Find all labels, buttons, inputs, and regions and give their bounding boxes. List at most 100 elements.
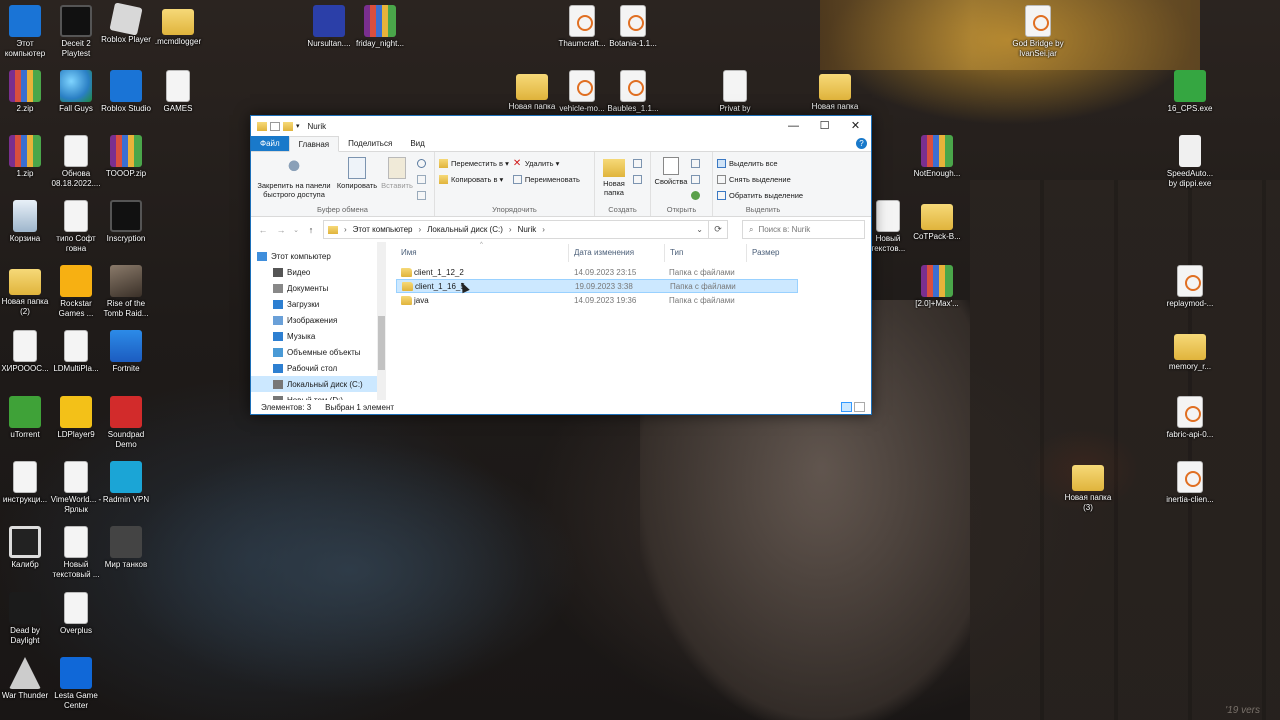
desktop-icon[interactable]: Inscryption	[98, 200, 154, 244]
table-row[interactable]: java 14.09.2023 19:36 Папка с файлами	[396, 293, 798, 307]
desktop-icon[interactable]: Nursultan....	[301, 5, 357, 49]
cut-button[interactable]	[417, 157, 426, 170]
recent-locations-button[interactable]: ⌄	[293, 226, 299, 234]
desktop-icon[interactable]: Overplus	[48, 592, 104, 636]
new-folder-button[interactable]: Новая папка	[599, 155, 629, 204]
desktop-icon[interactable]: Rockstar Games ...	[48, 265, 104, 319]
paste-button[interactable]: Вставить	[381, 155, 413, 204]
explorer-window[interactable]: ▾ Nurik — ☐ ✕ Файл Главная Поделиться Ви…	[250, 115, 872, 415]
desktop-icon[interactable]: типо Софт говна	[48, 200, 104, 254]
select-all-button[interactable]: Выделить все	[717, 157, 803, 170]
nav-item[interactable]: Рабочий стол	[251, 360, 386, 376]
desktop-icon[interactable]: fabric-api-0...	[1162, 396, 1218, 440]
address-dropdown-icon[interactable]: ⌄	[696, 225, 703, 234]
desktop-icon[interactable]: SpeedAuto... by dippi.exe	[1162, 135, 1218, 189]
new-folder-icon[interactable]	[283, 121, 293, 131]
nav-item[interactable]: Изображения	[251, 312, 386, 328]
desktop-icon[interactable]: Radmin VPN	[98, 461, 154, 505]
edit-button[interactable]	[691, 173, 700, 186]
rename-button[interactable]: Переименовать	[512, 173, 580, 186]
desktop-icon[interactable]: [2.0]+Max'...	[909, 265, 965, 309]
desktop-icon[interactable]: inertia-clien...	[1162, 461, 1218, 505]
properties-icon[interactable]	[270, 121, 280, 131]
large-icons-view-button[interactable]	[854, 402, 865, 412]
move-to-button[interactable]: Переместить в ▾	[439, 157, 509, 170]
back-button[interactable]: ←	[257, 225, 269, 235]
nav-item[interactable]: Локальный диск (C:)	[251, 376, 386, 392]
delete-button[interactable]: ✕ Удалить ▾	[513, 157, 580, 170]
column-date-modified[interactable]: Дата изменения	[574, 248, 634, 257]
desktop-icon[interactable]: Fortnite	[98, 330, 154, 374]
maximize-button[interactable]: ☐	[809, 116, 840, 136]
desktop-icon[interactable]: Baubles_1.1...	[605, 70, 661, 114]
open-button[interactable]	[691, 157, 700, 170]
desktop-icon[interactable]: инструкци...	[0, 461, 53, 505]
navigation-scrollbar[interactable]	[377, 242, 386, 400]
desktop-icon[interactable]: God Bridge by IvanSei.jar	[1010, 5, 1066, 59]
desktop-icon[interactable]: memory_r...	[1162, 330, 1218, 372]
new-item-button[interactable]	[633, 157, 642, 170]
breadcrumb-drive-c[interactable]: Локальный диск (C:)	[427, 225, 503, 234]
nav-item[interactable]: Видео	[251, 264, 386, 280]
title-bar[interactable]: ▾ Nurik — ☐ ✕	[251, 116, 871, 136]
desktop-icon[interactable]: vehicle-mo...	[554, 70, 610, 114]
breadcrumb-this-pc[interactable]: Этот компьютер	[353, 225, 413, 234]
desktop-icon[interactable]: Lesta Game Center	[48, 657, 104, 711]
file-list-pane[interactable]: ^ Имя Дата изменения Тип Размер client_1…	[386, 242, 871, 400]
tab-view[interactable]: Вид	[401, 136, 433, 151]
desktop-icon[interactable]: Privat by	[707, 70, 763, 114]
desktop-icon[interactable]: Dead by Daylight	[0, 592, 53, 646]
desktop-icon[interactable]: Новая папка	[807, 70, 863, 112]
desktop-icon[interactable]: Roblox Player	[98, 2, 154, 45]
desktop-icon[interactable]: 1.zip	[0, 135, 53, 179]
details-view-button[interactable]	[841, 402, 852, 412]
desktop-icon[interactable]: replaymod-...	[1162, 265, 1218, 309]
nav-item[interactable]: Музыка	[251, 328, 386, 344]
desktop-icon[interactable]: CoTPack-B...	[909, 200, 965, 242]
help-icon[interactable]: ?	[856, 138, 867, 149]
copy-path-button[interactable]	[417, 173, 426, 186]
desktop-icon[interactable]: Калибр	[0, 526, 53, 570]
invert-selection-button[interactable]: Обратить выделение	[717, 189, 803, 202]
desktop-icon[interactable]: Thaumcraft...	[554, 5, 610, 49]
pin-quick-access-button[interactable]: Закрепить на панели быстрого доступа	[255, 155, 333, 204]
nav-item[interactable]: Этот компьютер	[251, 248, 386, 264]
up-button[interactable]: ↑	[305, 225, 317, 235]
desktop-icon[interactable]: Обнова 08.18.2022....	[48, 135, 104, 189]
copy-button[interactable]: Копировать	[337, 155, 377, 204]
scrollbar-thumb[interactable]	[378, 316, 385, 370]
column-size[interactable]: Размер	[752, 248, 780, 257]
desktop-icon[interactable]: friday_night...	[352, 5, 408, 49]
desktop-icon[interactable]: TOOOP.zip	[98, 135, 154, 179]
desktop-icon[interactable]: Fall Guys	[48, 70, 104, 114]
desktop-icon[interactable]: Soundpad Demo	[98, 396, 154, 450]
desktop-icon[interactable]: Корзина	[0, 200, 53, 244]
desktop-icon[interactable]: VimeWorld... - Ярлык	[48, 461, 104, 515]
select-none-button[interactable]: Снять выделение	[717, 173, 803, 186]
tab-home[interactable]: Главная	[288, 136, 340, 152]
desktop-icon[interactable]: Этот компьютер	[0, 5, 53, 59]
forward-button[interactable]: →	[275, 225, 287, 235]
column-divider[interactable]	[568, 244, 569, 262]
column-type[interactable]: Тип	[670, 248, 683, 257]
desktop-icon[interactable]: Новый текстовый ...	[48, 526, 104, 580]
column-name[interactable]: Имя	[401, 248, 417, 257]
desktop-icon[interactable]: NotEnough...	[909, 135, 965, 179]
close-button[interactable]: ✕	[840, 116, 871, 136]
refresh-button[interactable]: ⟳	[708, 220, 728, 239]
table-row[interactable]: client_1_12_2 14.09.2023 23:15 Папка с фай…	[396, 265, 798, 279]
paste-shortcut-button[interactable]	[417, 189, 426, 202]
desktop-icon[interactable]: Deceit 2 Playtest	[48, 5, 104, 59]
desktop-icon[interactable]: 16_CPS.exe	[1162, 70, 1218, 114]
desktop-icon[interactable]: ХИРОООС...	[0, 330, 53, 374]
table-row[interactable]: client_1_16_5 19.09.2023 3:38 Папка с файл…	[396, 279, 798, 293]
nav-item[interactable]: Загрузки	[251, 296, 386, 312]
search-input[interactable]: ⌕ Поиск в: Nurik	[742, 220, 865, 239]
desktop-icon[interactable]: GAMES	[150, 70, 206, 114]
desktop-icon[interactable]: Botania-1.1...	[605, 5, 661, 49]
desktop-icon[interactable]: Новая папка (2)	[0, 265, 53, 317]
address-bar[interactable]: › Этот компьютер › Локальный диск (C:) ›…	[323, 220, 709, 239]
desktop-icon[interactable]: War Thunder	[0, 657, 53, 701]
desktop-icon[interactable]: Roblox Studio	[98, 70, 154, 114]
nav-item[interactable]: Новый том (D:)	[251, 392, 386, 400]
